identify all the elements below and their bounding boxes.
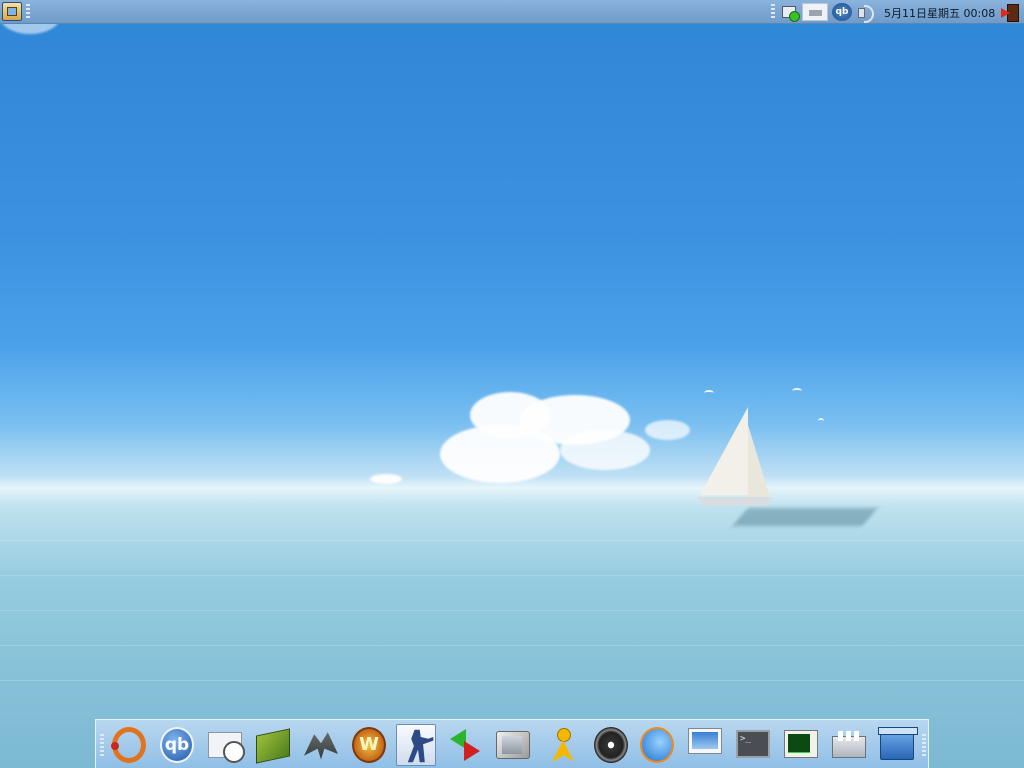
launcher-book[interactable] xyxy=(252,724,292,766)
messenger-icon xyxy=(546,727,580,763)
mail-clock-icon xyxy=(208,732,245,763)
clock[interactable]: 5月11日星期五 00:08 xyxy=(884,5,995,21)
cloud xyxy=(440,425,560,483)
cloud xyxy=(645,420,690,440)
qbittorrent-icon: qb xyxy=(160,727,194,763)
launcher-trash[interactable] xyxy=(876,724,918,766)
warcraft-icon: W xyxy=(352,727,386,763)
launcher-terminal[interactable]: >_ xyxy=(732,724,772,766)
sailboat-hull xyxy=(698,497,772,506)
sailboat-jib xyxy=(748,425,770,497)
desktop-wallpaper xyxy=(0,0,1024,768)
launcher-mixer[interactable] xyxy=(828,724,868,766)
boat-shadow xyxy=(732,508,878,526)
panel-grip[interactable] xyxy=(771,4,775,20)
qbittorrent-tray-icon[interactable]: qb xyxy=(832,3,852,21)
ubuntu-icon xyxy=(111,727,146,763)
launcher-ubuntu[interactable] xyxy=(108,724,148,766)
launcher-warcraft[interactable]: W xyxy=(348,724,388,766)
main-menu-button[interactable] xyxy=(2,2,22,21)
cloud xyxy=(560,430,650,470)
bottom-dock: qb W >_ xyxy=(95,719,929,768)
seagull xyxy=(704,390,714,396)
dock-grip[interactable] xyxy=(922,734,926,756)
terminal-icon: >_ xyxy=(736,730,770,758)
cloud xyxy=(370,474,402,484)
logout-icon[interactable] xyxy=(1000,2,1020,22)
tv-icon xyxy=(496,731,530,759)
dock-grip[interactable] xyxy=(100,734,104,756)
launcher-qbittorrent[interactable]: qb xyxy=(156,724,196,766)
launcher-mail-clock[interactable] xyxy=(204,724,245,766)
launcher-tv[interactable] xyxy=(492,724,532,766)
trash-icon xyxy=(878,727,918,760)
music-disc-icon xyxy=(594,727,628,763)
display-settings-icon xyxy=(688,728,722,754)
sailboat-main-sail xyxy=(700,407,748,495)
launcher-spaceship[interactable] xyxy=(300,724,340,766)
seagull xyxy=(792,388,802,394)
system-monitor-icon xyxy=(784,730,818,758)
browser-globe-icon xyxy=(640,727,674,763)
launcher-sync[interactable] xyxy=(444,724,484,766)
printer-icon[interactable] xyxy=(802,3,828,21)
volume-icon[interactable] xyxy=(856,3,878,23)
launcher-system-monitor[interactable] xyxy=(780,724,820,766)
launcher-messenger[interactable] xyxy=(542,724,582,766)
launcher-counter-strike[interactable] xyxy=(396,724,436,766)
seagull xyxy=(818,418,824,424)
launcher-music[interactable] xyxy=(590,724,630,766)
spaceship-icon xyxy=(304,732,338,760)
launcher-display[interactable] xyxy=(684,724,724,766)
sync-arrows-icon xyxy=(448,727,482,763)
network-icon[interactable] xyxy=(780,3,800,22)
book-icon xyxy=(256,728,290,764)
mixer-icon xyxy=(832,731,866,758)
launcher-browser[interactable] xyxy=(636,724,676,766)
panel-grip[interactable] xyxy=(26,4,30,20)
counter-strike-icon xyxy=(407,729,434,763)
top-panel: qb 5月11日星期五 00:08 xyxy=(0,0,1024,24)
